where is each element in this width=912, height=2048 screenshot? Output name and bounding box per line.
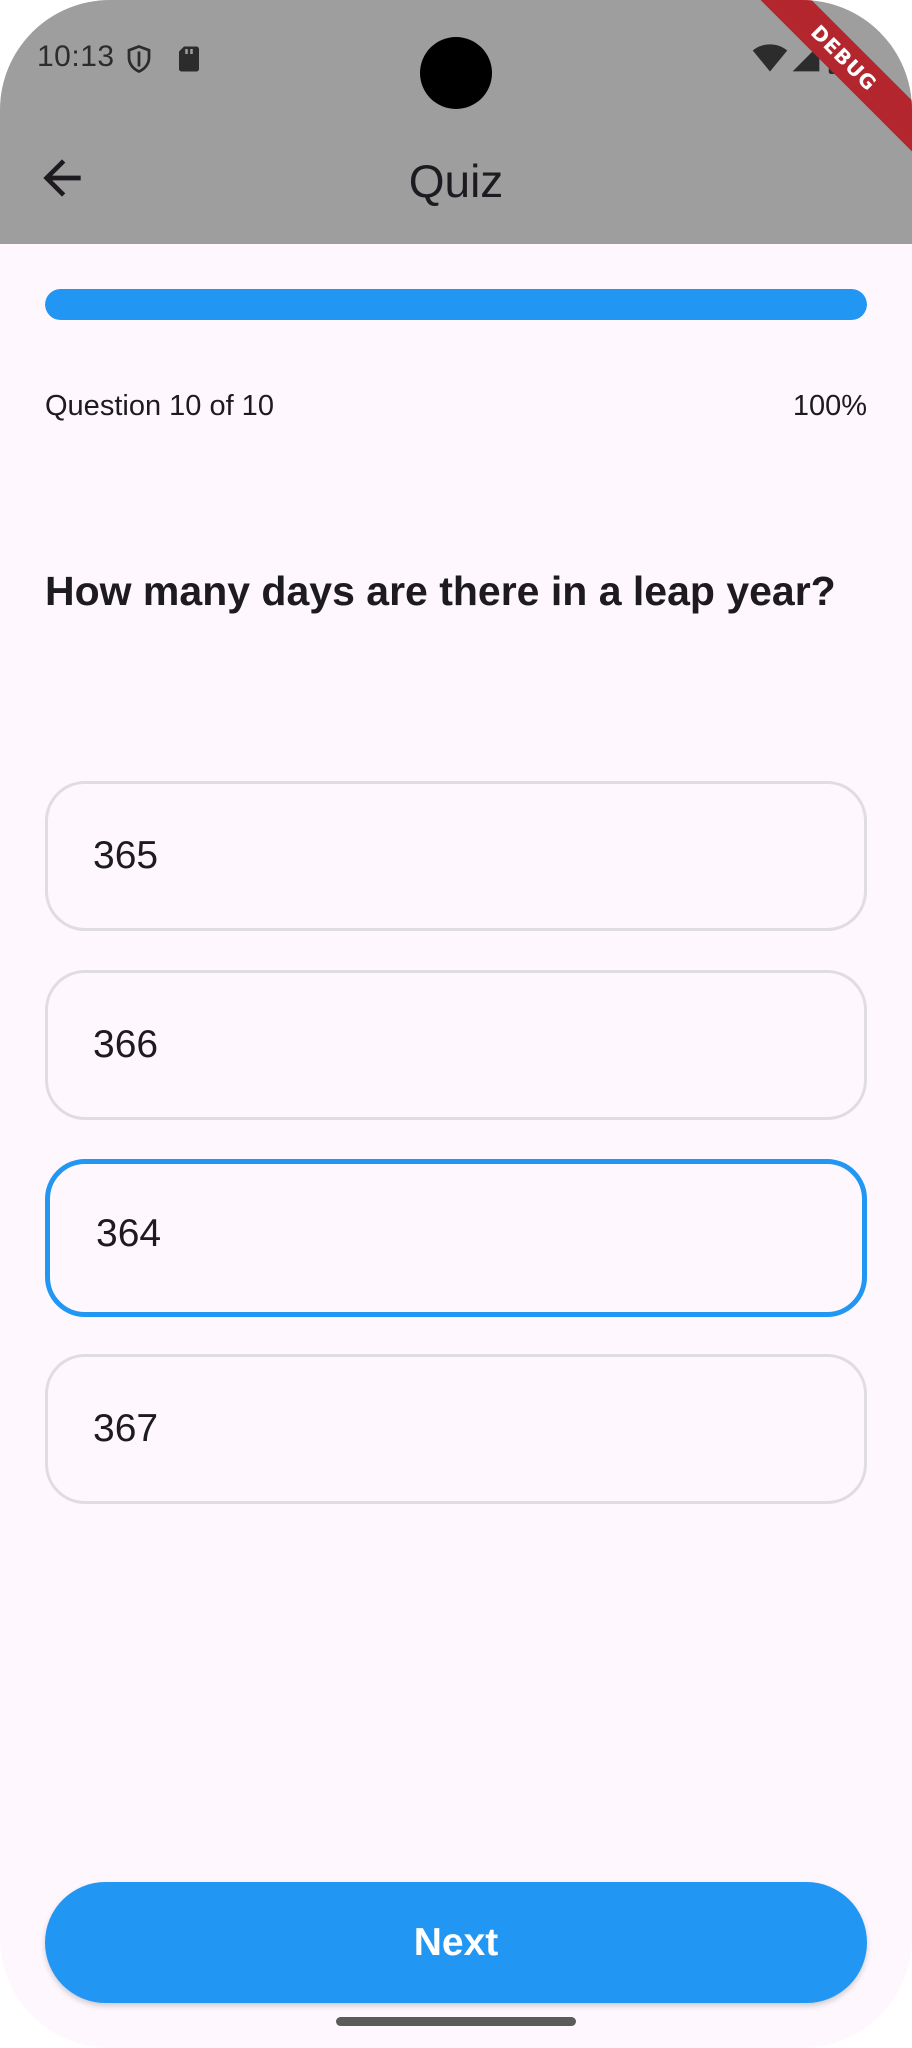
progress-percent: 100% [792, 390, 867, 422]
answer-option[interactable]: 366 [45, 970, 867, 1120]
answer-option-label: 364 [96, 1212, 162, 1255]
wifi-icon [752, 42, 788, 74]
answer-option[interactable]: 364 [45, 1159, 867, 1317]
app-bar-title: Quiz [408, 155, 504, 207]
progress-bar [45, 289, 867, 320]
debug-banner: DEBUG [739, 0, 912, 163]
answer-option-label: 366 [93, 1023, 159, 1066]
question-counter: Question 10 of 10 [45, 390, 274, 422]
next-button[interactable]: Next [45, 1882, 867, 2003]
answer-option[interactable]: 365 [45, 781, 867, 931]
front-camera [420, 37, 492, 109]
answer-option[interactable]: 367 [45, 1354, 867, 1504]
answer-option-label: 367 [93, 1407, 159, 1450]
status-time: 10:13 [37, 40, 115, 73]
shield-icon [124, 44, 154, 74]
home-indicator[interactable] [336, 2017, 576, 2026]
sd-card-icon [174, 44, 204, 74]
progress-bar-fill [45, 289, 867, 320]
answer-option-label: 365 [93, 834, 159, 877]
phone-screen: 10:13 DEBUG Quiz Question 10 of 10 100% … [0, 0, 912, 2048]
question-text: How many days are there in a leap year? [45, 568, 836, 614]
app-bar: 10:13 DEBUG Quiz [0, 0, 912, 244]
